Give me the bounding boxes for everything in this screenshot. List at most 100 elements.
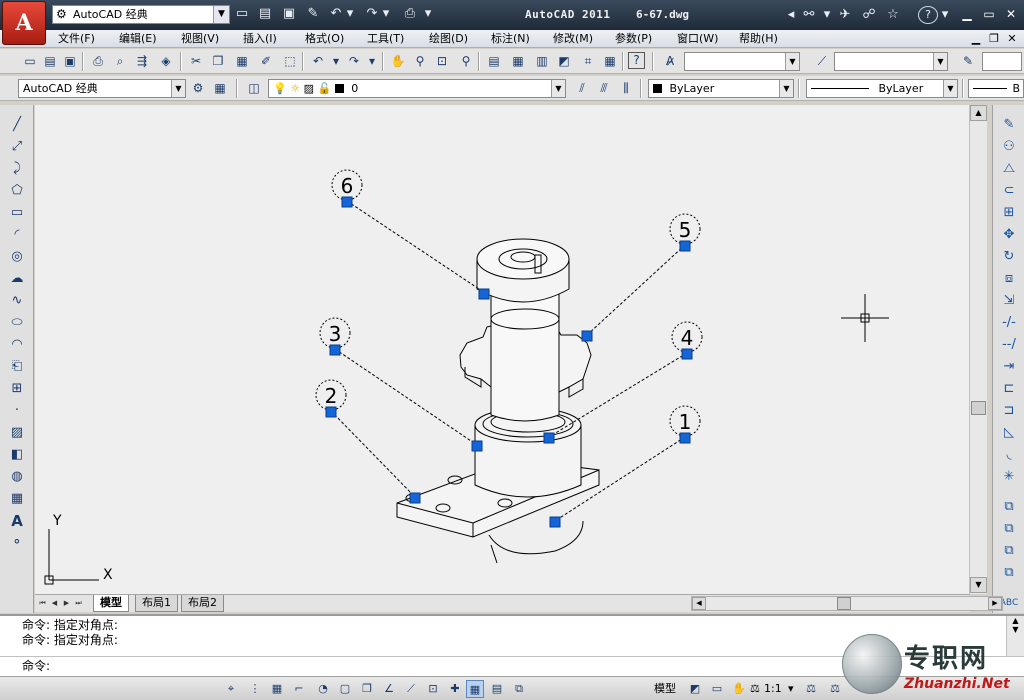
help-icon[interactable]: ? bbox=[628, 52, 645, 69]
stretch-icon[interactable]: ⇲ bbox=[998, 291, 1020, 311]
redo-dropdown-icon[interactable]: ▾ bbox=[362, 52, 382, 71]
match-properties-icon[interactable]: ✐ bbox=[256, 52, 276, 71]
plot-icon[interactable]: ⎙ bbox=[402, 6, 418, 22]
layer-state-icon[interactable]: ⫼ bbox=[616, 79, 636, 98]
balloon-2[interactable]: 2 bbox=[315, 379, 347, 411]
zoom-previous-icon[interactable]: ⚲ bbox=[456, 52, 476, 71]
line-icon[interactable]: ╱ bbox=[6, 115, 28, 135]
subscription-icon[interactable]: ✈ bbox=[836, 6, 854, 24]
help-icon[interactable]: ? bbox=[918, 6, 938, 24]
menu-window[interactable]: 窗口(W) bbox=[677, 31, 718, 47]
pan-icon[interactable]: ✋ bbox=[730, 680, 748, 698]
grip[interactable] bbox=[471, 440, 483, 452]
balloon-6[interactable]: 6 bbox=[331, 169, 363, 201]
save-as-icon[interactable]: ✎ bbox=[305, 6, 321, 22]
publish-icon[interactable]: ⇶ bbox=[132, 52, 152, 71]
first-tab-icon[interactable]: ⏮ bbox=[37, 597, 48, 610]
vertical-scroll-thumb[interactable] bbox=[971, 401, 986, 415]
explode-icon[interactable]: ✳ bbox=[998, 467, 1020, 487]
search-dropdown-icon[interactable]: ▾ bbox=[822, 6, 832, 24]
scroll-left-arrow[interactable]: ◀ bbox=[692, 597, 706, 610]
make-current-layer-icon[interactable]: ⫽ bbox=[572, 79, 592, 98]
3d-dwf-icon[interactable]: ◈ bbox=[156, 52, 176, 71]
favorites-star-icon[interactable]: ☆ bbox=[884, 6, 902, 24]
transparency-icon[interactable]: ▦ bbox=[466, 680, 484, 698]
move-icon[interactable]: ✥ bbox=[998, 225, 1020, 245]
linetype-combo[interactable]: ByLayer ▼ bbox=[806, 79, 958, 98]
new-file-icon[interactable]: ▭ bbox=[234, 6, 250, 22]
grip[interactable] bbox=[325, 406, 337, 418]
binoculars-icon[interactable]: ⚯ bbox=[798, 6, 820, 24]
tool-palettes-icon[interactable]: ▥ bbox=[532, 52, 552, 71]
grip[interactable] bbox=[409, 492, 421, 504]
spline-icon[interactable]: ∿ bbox=[6, 291, 28, 311]
rectangle-icon[interactable]: ▭ bbox=[6, 203, 28, 223]
plot-preview-icon[interactable]: ⌕ bbox=[110, 52, 130, 71]
show-lineweight-icon[interactable]: ✚ bbox=[446, 680, 464, 698]
quick-properties-icon[interactable]: ▤ bbox=[488, 680, 506, 698]
bring-above-icon[interactable]: ⧉ bbox=[998, 563, 1020, 583]
calculator-icon[interactable]: ▦ bbox=[600, 52, 620, 71]
horizontal-scroll-thumb[interactable] bbox=[837, 597, 851, 610]
markup-icon[interactable]: ⌗ bbox=[578, 52, 598, 71]
redo-icon[interactable]: ↷ bbox=[344, 52, 364, 71]
grip[interactable] bbox=[549, 516, 561, 528]
grip[interactable] bbox=[543, 432, 555, 444]
workspace-combo[interactable]: AutoCAD 经典 ▼ bbox=[18, 79, 186, 98]
menu-parametric[interactable]: 参数(P) bbox=[615, 31, 652, 47]
sheet-set-icon[interactable]: ◩ bbox=[554, 52, 574, 71]
close-button[interactable]: ✕ bbox=[1000, 5, 1022, 23]
dynamic-input-icon[interactable]: ⊡ bbox=[424, 680, 442, 698]
open-folder-icon[interactable]: ▤ bbox=[257, 6, 273, 22]
lineweight-combo[interactable]: B bbox=[968, 79, 1024, 98]
3d-object-snap-icon[interactable]: ❐ bbox=[358, 680, 376, 698]
point-icon[interactable]: · bbox=[6, 401, 28, 421]
extend-icon[interactable]: --/ bbox=[998, 335, 1020, 355]
menu-dimension[interactable]: 标注(N) bbox=[491, 31, 530, 47]
scroll-up-arrow[interactable]: ▲ bbox=[970, 105, 987, 121]
minimize-button[interactable]: ▁ bbox=[956, 5, 978, 23]
menu-format[interactable]: 格式(O) bbox=[305, 31, 344, 47]
grip[interactable] bbox=[679, 240, 691, 252]
fillet-icon[interactable]: ◟ bbox=[998, 445, 1020, 465]
menu-insert[interactable]: 插入(I) bbox=[243, 31, 277, 47]
layer-combo[interactable]: 💡 ☼ ▨ 🔓 0 ▼ bbox=[268, 79, 566, 98]
balloon-1[interactable]: 1 bbox=[669, 405, 701, 437]
construction-line-icon[interactable]: ⤢ bbox=[6, 137, 28, 157]
doc-restore-button[interactable]: ❐ bbox=[986, 31, 1002, 47]
quick-view-layouts-icon[interactable]: ◩ bbox=[686, 680, 704, 698]
color-combo[interactable]: ByLayer ▼ bbox=[648, 79, 794, 98]
last-tab-icon[interactable]: ⏭ bbox=[73, 597, 84, 610]
menu-modify[interactable]: 修改(M) bbox=[553, 31, 593, 47]
design-center-icon[interactable]: ▦ bbox=[508, 52, 528, 71]
table-icon[interactable]: ▦ bbox=[6, 489, 28, 509]
balloon-4[interactable]: 4 bbox=[671, 321, 703, 353]
doc-minimize-button[interactable]: ▁ bbox=[968, 31, 984, 47]
scroll-down-arrow[interactable]: ▼ bbox=[970, 577, 987, 593]
quick-access-dropdown-icon[interactable]: ▾ bbox=[420, 6, 436, 22]
next-tab-icon[interactable]: ▶ bbox=[61, 597, 72, 610]
zoom-window-icon[interactable]: ⊡ bbox=[432, 52, 452, 71]
grip[interactable] bbox=[581, 330, 593, 342]
polar-tracking-icon[interactable]: ◔ bbox=[314, 680, 332, 698]
object-snap-tracking-icon[interactable]: ∠ bbox=[380, 680, 398, 698]
balloon-5[interactable]: 5 bbox=[669, 213, 701, 245]
grid-display-icon[interactable]: ▦ bbox=[268, 680, 286, 698]
communication-center-icon[interactable]: ☍ bbox=[860, 6, 878, 24]
mirror-icon[interactable]: ⧍ bbox=[998, 159, 1020, 179]
grip[interactable] bbox=[681, 348, 693, 360]
tab-model[interactable]: 模型 bbox=[93, 595, 129, 612]
zoom-realtime-icon[interactable]: ⚲ bbox=[410, 52, 430, 71]
save-icon[interactable]: ▣ bbox=[60, 52, 80, 71]
make-block-icon[interactable]: ⊞ bbox=[6, 379, 28, 399]
erase-icon[interactable]: ✎ bbox=[998, 115, 1020, 135]
menu-help[interactable]: 帮助(H) bbox=[739, 31, 778, 47]
copy-icon[interactable]: ❐ bbox=[208, 52, 228, 71]
menu-tools[interactable]: 工具(T) bbox=[367, 31, 404, 47]
annotation-scale-value[interactable]: 1:1 bbox=[764, 681, 782, 697]
join-icon[interactable]: ⊐ bbox=[998, 401, 1020, 421]
maximize-button[interactable]: ▭ bbox=[978, 5, 1000, 23]
grip[interactable] bbox=[329, 344, 341, 356]
break-icon[interactable]: ⊏ bbox=[998, 379, 1020, 399]
horizontal-scrollbar[interactable]: ◀ ▶ bbox=[691, 596, 1003, 611]
